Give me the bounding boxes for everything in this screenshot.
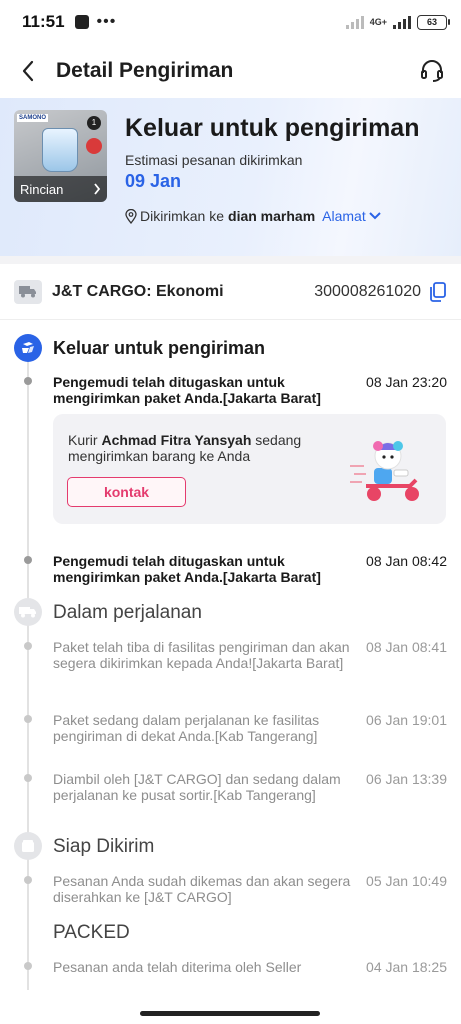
courier-scooter-icon (350, 441, 419, 501)
home-indicator[interactable] (140, 1011, 320, 1016)
chevron-right-icon (94, 183, 101, 195)
tracking-timeline: Keluar untuk pengiriman Pengemudi telah … (0, 320, 461, 1000)
timeline-dot (24, 556, 32, 564)
signal-2-icon (393, 15, 411, 29)
battery-level: 63 (426, 16, 437, 27)
product-brand: SAMONO (17, 114, 48, 122)
app-notification-icon (74, 15, 89, 29)
timeline-event-time: 08 Jan 23:20 (366, 374, 447, 390)
delivery-status-title: Keluar untuk pengiriman (125, 114, 420, 142)
delivery-address: Dikirimkan ke dian marham Alamat (125, 208, 381, 224)
carrier-name: J&T CARGO: Ekonomi (52, 282, 224, 300)
product-sticker (86, 138, 102, 154)
courier-name: Achmad Fitra Yansyah (101, 432, 252, 448)
timeline-dot (24, 876, 32, 884)
customer-support-button[interactable] (417, 56, 447, 86)
timeline-group-title: PACKED (53, 922, 130, 943)
timeline-dot (24, 377, 32, 385)
product-thumbnail[interactable]: SAMONO 1 Rincian (14, 110, 107, 202)
headset-icon (421, 60, 443, 82)
status-time: 11:51 (22, 12, 65, 31)
address-link[interactable]: Alamat (322, 208, 381, 224)
copy-tracking-button[interactable] (429, 281, 447, 302)
estimate-date: 09 Jan (125, 171, 182, 191)
carrier-row: J&T CARGO: Ekonomi 300008261020 (0, 264, 461, 320)
details-label: Rincian (20, 181, 64, 197)
section-divider (0, 256, 461, 264)
timeline-event-time: 08 Jan 08:41 (366, 639, 447, 655)
courier-message: Kurir Achmad Fitra Yansyah sedang mengir… (68, 432, 328, 464)
contact-courier-button[interactable]: kontak (67, 477, 186, 507)
timeline-event-text: Pesanan anda telah diterima oleh Seller (53, 959, 302, 975)
status-bar: 11:51 ••• 4G+ 63 (0, 0, 461, 44)
back-button[interactable] (0, 44, 56, 98)
timeline-event-text: Pengemudi telah ditugaskan untuk mengiri… (53, 553, 321, 585)
timeline-event-text: Paket sedang dalam perjalanan ke fasilit… (53, 712, 320, 744)
transit-icon (14, 598, 42, 626)
page-title: Detail Pengiriman (56, 59, 234, 82)
more-notifications-icon: ••• (96, 13, 117, 30)
location-pin-icon (125, 208, 137, 224)
timeline-event-time: 06 Jan 13:39 (366, 771, 447, 787)
timeline-event-text: Pesanan Anda sudah dikemas dan akan sege… (53, 873, 351, 905)
delivery-status-hero: SAMONO 1 Rincian Keluar untuk pengiriman… (0, 98, 461, 256)
battery-icon: 63 (417, 14, 450, 30)
product-badge: 1 (87, 116, 101, 130)
timeline-dot (24, 962, 32, 970)
estimate-label: Estimasi pesanan dikirimkan (125, 152, 303, 168)
timeline-dot (24, 774, 32, 782)
timeline-group-title: Dalam perjalanan (53, 602, 202, 623)
timeline-event-time: 04 Jan 18:25 (366, 959, 447, 975)
timeline-event-time: 08 Jan 08:42 (366, 553, 447, 569)
truck-icon (14, 279, 42, 304)
timeline-group-title: Siap Dikirim (53, 836, 155, 857)
tracking-number: 300008261020 (314, 282, 421, 300)
courier-card: Kurir Achmad Fitra Yansyah sedang mengir… (53, 414, 446, 524)
timeline-event-text: Pengemudi telah ditugaskan untuk mengiri… (53, 374, 321, 406)
back-arrow-icon (22, 60, 34, 82)
delivery-icon (14, 334, 42, 362)
timeline-group-title: Keluar untuk pengiriman (53, 338, 266, 358)
timeline-event-text: Paket telah tiba di fasilitas pengiriman… (53, 639, 350, 671)
box-icon (14, 832, 42, 860)
timeline-dot (24, 642, 32, 650)
signal-icon (345, 15, 364, 29)
courier-prefix: Kurir (68, 432, 98, 448)
recipient-name: dian marham (228, 208, 316, 224)
copy-icon (430, 281, 446, 302)
chevron-down-icon (369, 212, 381, 220)
address-link-label: Alamat (322, 208, 366, 224)
address-prefix: Dikirimkan ke (140, 208, 225, 224)
product-image (42, 128, 78, 172)
network-type: 4G+ (369, 16, 387, 27)
timeline-event-time: 05 Jan 10:49 (366, 873, 447, 889)
timeline-event-time: 06 Jan 19:01 (366, 712, 447, 728)
app-header: Detail Pengiriman (0, 44, 461, 98)
details-link[interactable]: Rincian (14, 176, 107, 202)
timeline-event-text: Diambil oleh [J&T CARGO] dan sedang dala… (53, 771, 341, 803)
timeline-dot (24, 715, 32, 723)
timeline-line (27, 362, 29, 990)
